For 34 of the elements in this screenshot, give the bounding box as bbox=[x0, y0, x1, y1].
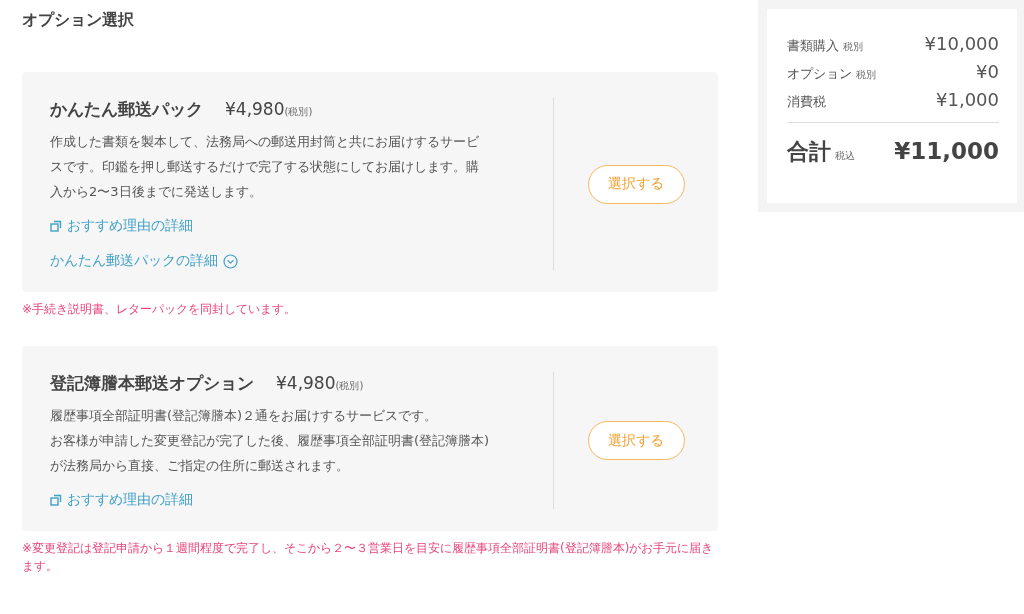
description-line: スです。印鑑を押し郵送するだけで完了する状態にしてお届けします。購 bbox=[50, 158, 479, 176]
description-line: 履歴事項全部証明書(登記簿謄本)２通をお届けするサービスです。 bbox=[50, 407, 438, 425]
tax-note: 税別 bbox=[856, 68, 876, 82]
price-amount: ¥10,000 bbox=[924, 33, 999, 54]
description-line: が法務局から直接、ご指定の住所に郵送されます。 bbox=[50, 457, 349, 475]
tax-note: (税別) bbox=[284, 106, 313, 119]
price-label: 合計 bbox=[787, 138, 831, 166]
price-amount: ¥1,000 bbox=[936, 89, 999, 110]
description-line: 入から2〜3日後までに発送します。 bbox=[50, 183, 262, 201]
tax-note: (税別) bbox=[335, 380, 364, 393]
price-amount: ¥0 bbox=[976, 61, 999, 82]
option-title: 登記簿謄本郵送オプション bbox=[50, 372, 254, 395]
tax-note: 税込 bbox=[835, 149, 855, 163]
section-heading: オプション選択 bbox=[22, 9, 134, 31]
window-icon bbox=[50, 220, 62, 232]
details-link[interactable]: おすすめ理由の詳細 bbox=[50, 491, 193, 509]
tax-note: 税別 bbox=[843, 40, 863, 54]
chevron-down-icon bbox=[223, 253, 238, 269]
price-label: オプション bbox=[787, 65, 852, 83]
window-icon bbox=[50, 494, 62, 506]
select-button[interactable]: 選択する bbox=[587, 164, 685, 204]
price-amount: ¥11,000 bbox=[894, 138, 999, 164]
description-line: 作成した書類を製本して、法務局への郵送用封筒と共にお届けするサービ bbox=[50, 133, 479, 151]
option-title: かんたん郵送パック bbox=[50, 98, 203, 121]
details-link[interactable]: おすすめ理由の詳細 bbox=[50, 217, 193, 235]
details-toggle-link[interactable]: かんたん郵送パックの詳細 bbox=[50, 252, 238, 270]
option-price: ¥4,980 bbox=[225, 99, 285, 119]
price-label: 書類購入 bbox=[787, 37, 839, 55]
option-price: ¥4,980 bbox=[276, 373, 336, 393]
option-note: ※手続き説明書、レターパックを同封しています。 bbox=[22, 301, 298, 318]
option-note: ※変更登記は登記申請から１週間程度で完了し、そこから２〜３営業日を目安に履歴事項全部証明書(登記簿謄本)がお手元に届きます。 bbox=[22, 540, 715, 575]
price-label: 消費税 bbox=[787, 93, 826, 111]
description-line: お客様が申請した変更登記が完了した後、履歴事項全部証明書(登記簿謄本) bbox=[50, 432, 490, 450]
select-button[interactable]: 選択する bbox=[587, 421, 685, 460]
